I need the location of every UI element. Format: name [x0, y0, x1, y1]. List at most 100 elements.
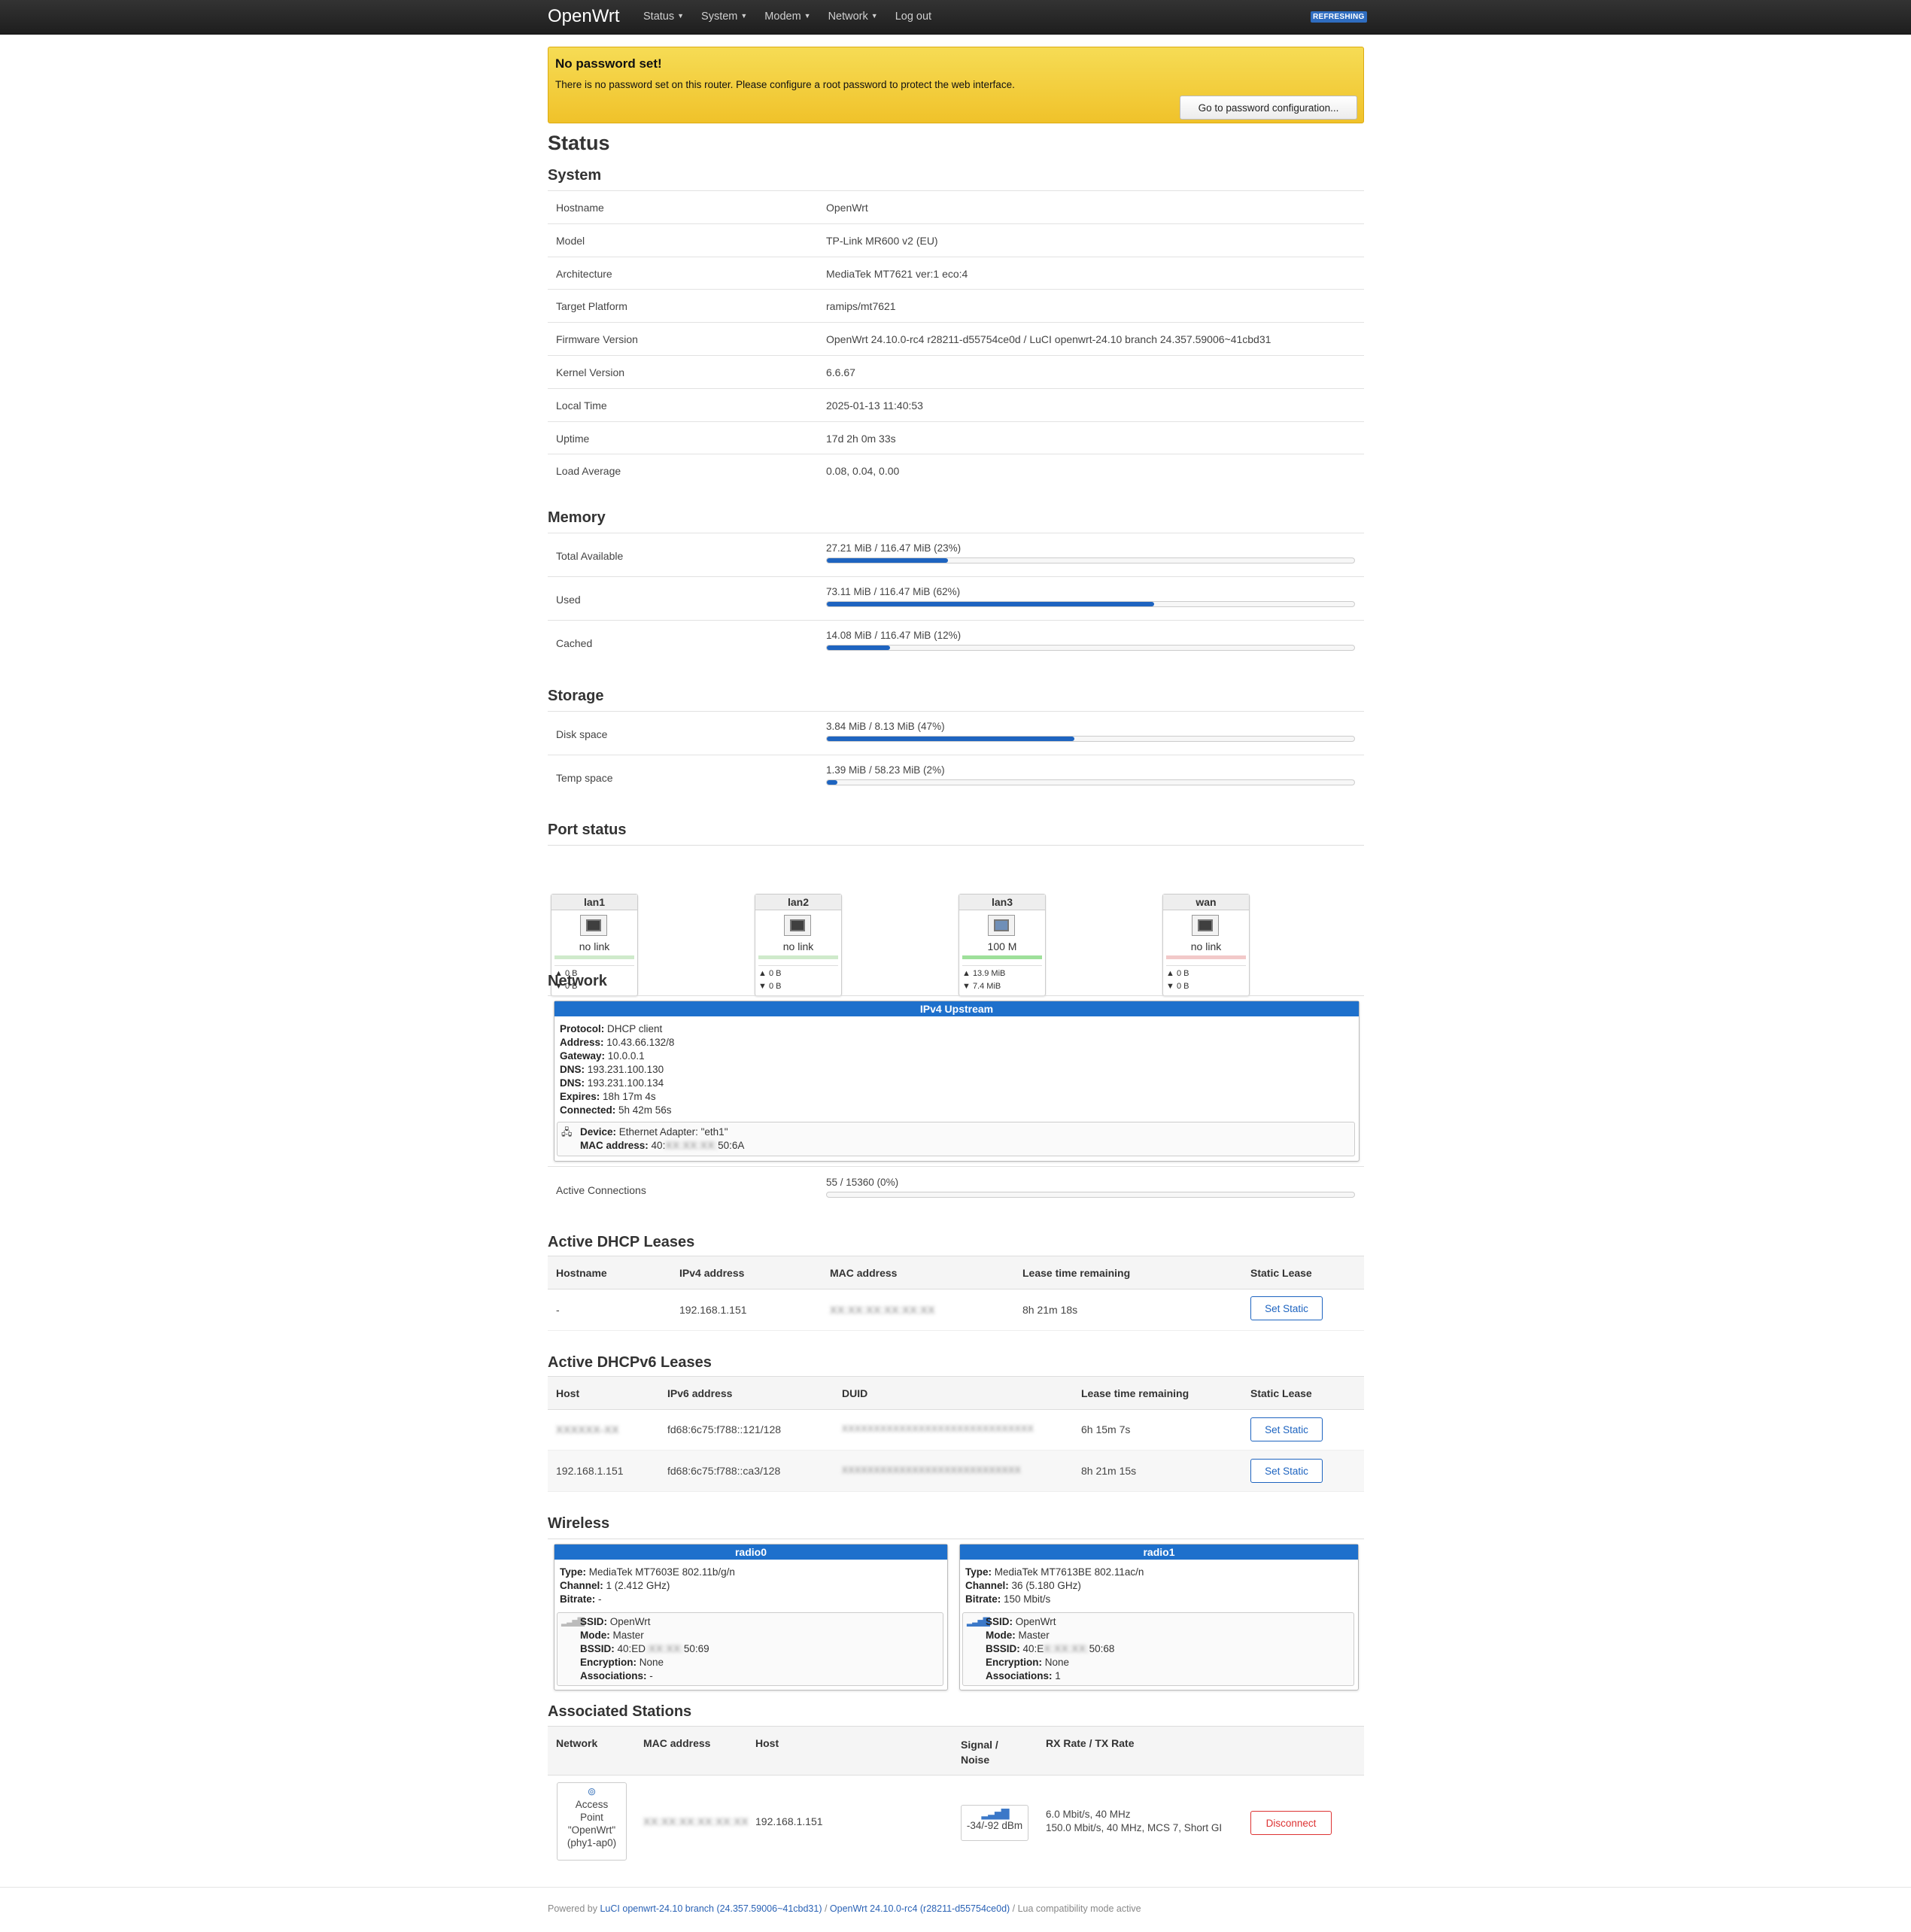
radio-channel-label: Channel:: [965, 1580, 1009, 1591]
ssid-ssid-label: SSID:: [580, 1616, 608, 1627]
col-mac: MAC address: [830, 1267, 898, 1279]
progress-text: 14.08 MiB / 116.47 MiB (12%): [826, 630, 962, 641]
footer-divider: [0, 1887, 1911, 1888]
upstream-key: Protocol:: [560, 1023, 605, 1034]
ssid-associations-value: 1: [1055, 1670, 1061, 1681]
openwrt-version-link[interactable]: OpenWrt 24.10.0-rc4 (r28211-d55754ce0d): [830, 1903, 1010, 1914]
lease6-remaining: 6h 15m 7s: [1081, 1423, 1131, 1435]
mac-prefix: 40:: [651, 1140, 666, 1151]
system-row: Kernel Version 6.6.67: [548, 355, 1364, 389]
col-lease-remaining: Lease time remaining: [1022, 1267, 1131, 1279]
ethernet-port-icon: [784, 915, 811, 936]
memory-row-label: Cached: [556, 637, 593, 649]
system-row-label: Target Platform: [556, 300, 627, 313]
chevron-down-icon: ▼: [804, 12, 811, 20]
radio-type-line: Type: MediaTek MT7603E 802.11b/g/n: [560, 1566, 735, 1579]
port-traffic: ▲ 0 B ▼ 0 B: [1166, 965, 1246, 993]
menu-status[interactable]: Status ▼: [643, 11, 684, 23]
radio-title: radio1: [960, 1545, 1358, 1560]
system-row-value: OpenWrt 24.10.0-rc4 r28211-d55754ce0d / …: [826, 333, 1271, 346]
lease-ip: 192.168.1.151: [679, 1304, 747, 1316]
progress-bar: 27.21 MiB / 116.47 MiB (23%): [826, 542, 1355, 564]
progress-text: 1.39 MiB / 58.23 MiB (2%): [826, 764, 945, 776]
ethernet-icon: 🖧: [561, 1126, 573, 1138]
dhcp-table-header: Hostname IPv4 address MAC address Lease …: [548, 1256, 1364, 1290]
station-rx: 6.0 Mbit/s, 40 MHz: [1046, 1809, 1131, 1820]
active-connections-label: Active Connections: [556, 1184, 646, 1196]
upstream-line: DNS: 193.231.100.130: [560, 1063, 674, 1077]
port-name: wan: [1163, 895, 1249, 910]
ssid-encryption-label: Encryption:: [986, 1657, 1043, 1668]
stations-table-header: Network MAC address Host Signal / Noise R…: [548, 1726, 1364, 1776]
password-config-button[interactable]: Go to password configuration...: [1180, 96, 1357, 120]
system-row-value: 2025-01-13 11:40:53: [826, 399, 923, 412]
system-row: Load Average 0.08, 0.04, 0.00: [548, 454, 1364, 488]
dhcpv6-table-header: Host IPv6 address DUID Lease time remain…: [548, 1376, 1364, 1410]
brand-logo[interactable]: OpenWrt: [548, 6, 620, 27]
progress-bar: 3.84 MiB / 8.13 MiB (47%): [826, 721, 1355, 742]
station-network-line: (phy1-ap0): [567, 1837, 617, 1848]
mac-suffix: 50:6A: [718, 1140, 745, 1151]
station-signal: -34/-92 dBm: [966, 1820, 1023, 1831]
mac-label: MAC address:: [580, 1140, 649, 1151]
ipv4-upstream-title: IPv4 Upstream: [554, 1001, 1359, 1016]
menu-system[interactable]: System ▼: [701, 11, 747, 23]
disconnect-button[interactable]: Disconnect: [1250, 1811, 1332, 1835]
signal-strength-icon: ▂▃▅▇: [981, 1807, 1009, 1819]
ssid-mode-value: Master: [1018, 1630, 1050, 1641]
footer-tail: / Lua compatibility mode active: [1010, 1903, 1141, 1914]
radio-channel-value: 36 (5.180 GHz): [1011, 1580, 1081, 1591]
port-traffic: ▲ 13.9 MiB ▼ 7.4 MiB: [962, 965, 1042, 993]
menu-network-label: Network: [828, 11, 868, 23]
radio-details: Type: MediaTek MT7613BE 802.11ac/n Channe…: [965, 1566, 1144, 1606]
station-tx: 150.0 Mbit/s, 40 MHz, MCS 7, Short GI: [1046, 1822, 1223, 1833]
menu-modem[interactable]: Modem ▼: [764, 11, 810, 23]
progress-track: [826, 645, 1355, 651]
radio-type-label: Type:: [965, 1566, 992, 1578]
col-static-lease: Static Lease: [1250, 1387, 1312, 1399]
col-lease-remaining: Lease time remaining: [1081, 1387, 1189, 1399]
ssid-box: ▂▃▅▇ SSID: OpenWrt Mode: Master BSSID: 40:E…: [557, 1612, 943, 1686]
ipv4-upstream-card: IPv4 Upstream Protocol: DHCP client Addre…: [554, 1001, 1360, 1162]
radio-type-line: Type: MediaTek MT7613BE 802.11ac/n: [965, 1566, 1144, 1579]
chevron-down-icon: ▼: [677, 12, 685, 20]
ssid-encryption-line: Encryption: None: [580, 1656, 709, 1669]
lease6-ip: fd68:6c75:f788::ca3/128: [667, 1465, 781, 1477]
progress-bar: 1.39 MiB / 58.23 MiB (2%): [826, 764, 1355, 785]
menu-modem-label: Modem: [764, 11, 801, 23]
ssid-ssid-value: OpenWrt: [1015, 1616, 1056, 1627]
set-static-button[interactable]: Set Static: [1250, 1296, 1323, 1320]
col-hostname: Hostname: [556, 1267, 607, 1279]
upstream-key: DNS:: [560, 1064, 585, 1075]
lease6-ip: fd68:6c75:f788::121/128: [667, 1423, 782, 1435]
memory-row-label: Used: [556, 594, 581, 606]
set-static-button[interactable]: Set Static: [1250, 1459, 1323, 1483]
upstream-line: Protocol: DHCP client: [560, 1022, 674, 1036]
ssid-ssid-line: SSID: OpenWrt: [986, 1615, 1114, 1629]
col-signal: Signal /: [961, 1739, 998, 1751]
progress-track: [826, 779, 1355, 785]
ssid-bssid-line: BSSID: 40:ED:XX:XX:50:69: [580, 1642, 709, 1656]
port-name: lan2: [755, 895, 841, 910]
col-host: Host: [556, 1387, 580, 1399]
refreshing-badge[interactable]: REFRESHING: [1311, 11, 1367, 23]
radio-details: Type: MediaTek MT7603E 802.11b/g/n Channe…: [560, 1566, 735, 1606]
port-speed: no link: [1190, 940, 1222, 952]
system-row-value: 17d 2h 0m 33s: [826, 432, 896, 445]
luci-version-link[interactable]: LuCI openwrt-24.10 branch (24.357.59006~…: [600, 1903, 822, 1914]
port-socket-icon: [1198, 919, 1213, 931]
menu-logout[interactable]: Log out: [895, 11, 931, 23]
progress-fill: [827, 780, 838, 785]
upstream-key: Connected:: [560, 1104, 616, 1116]
memory-row-label: Total Available: [556, 550, 624, 562]
memory-heading: Memory: [548, 509, 606, 526]
port-rx: ▼ 0 B: [758, 982, 782, 991]
ssid-ssid-label: SSID:: [986, 1616, 1013, 1627]
memory-row: Total Available 27.21 MiB / 116.47 MiB (2…: [548, 533, 1364, 577]
system-row: Local Time 2025-01-13 11:40:53: [548, 387, 1364, 422]
system-row: Firmware Version OpenWrt 24.10.0-rc4 r282…: [548, 322, 1364, 356]
menu-network[interactable]: Network ▼: [828, 11, 878, 23]
progress-text: 27.21 MiB / 116.47 MiB (23%): [826, 542, 962, 554]
system-row-value: 0.08, 0.04, 0.00: [826, 465, 900, 478]
set-static-button[interactable]: Set Static: [1250, 1417, 1323, 1441]
